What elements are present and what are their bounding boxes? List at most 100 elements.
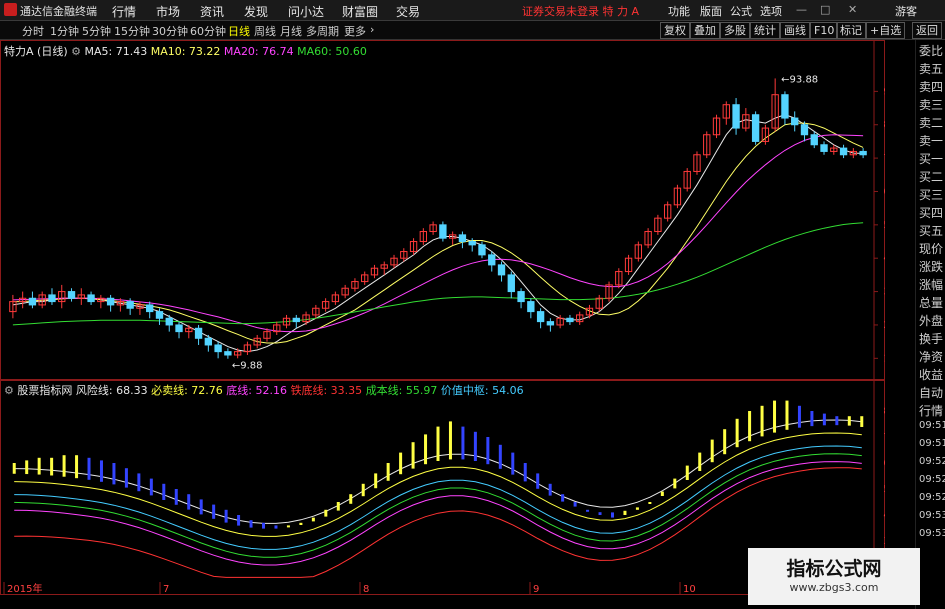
add-watchlist-button[interactable]: +自选 bbox=[866, 22, 906, 39]
indicator-bar bbox=[299, 522, 303, 525]
indicator-bar bbox=[162, 483, 166, 500]
candle bbox=[458, 234, 467, 243]
period-15min[interactable]: 15分钟 bbox=[114, 23, 150, 39]
menu-discover[interactable]: 发现 bbox=[244, 3, 268, 20]
menu-formula[interactable]: 公式 bbox=[730, 3, 752, 19]
indicator-bar bbox=[822, 413, 826, 426]
menu-assistant[interactable]: 问小达 bbox=[288, 3, 324, 20]
menu-function[interactable]: 功能 bbox=[668, 3, 690, 19]
mark-button[interactable]: 标记 bbox=[836, 22, 866, 39]
candle bbox=[468, 241, 476, 246]
quote-label-2: 卖四 bbox=[919, 80, 944, 94]
indicator-bar bbox=[386, 463, 390, 481]
indicator-bar bbox=[523, 463, 527, 482]
indicator-bar bbox=[50, 457, 54, 476]
quote-label-17: 净资 bbox=[919, 350, 944, 364]
candle bbox=[146, 304, 154, 313]
candle bbox=[839, 147, 848, 156]
period-more[interactable]: 更多 bbox=[344, 23, 366, 39]
indicator-bar bbox=[187, 494, 191, 510]
app-name: 通达信金融终端 bbox=[20, 5, 97, 18]
indicator-bar bbox=[37, 457, 41, 475]
indicator-bar bbox=[835, 416, 839, 426]
low-annotation: ←9.88 bbox=[232, 361, 263, 372]
time-tick-label: 8 bbox=[363, 584, 369, 595]
candle bbox=[527, 301, 535, 313]
site-watermark: 指标公式网 www.zbgs3.com bbox=[748, 548, 920, 605]
multi-stock-button[interactable]: 多股 bbox=[720, 22, 750, 39]
login-warning[interactable]: 证券交易未登录 特 力 A bbox=[522, 3, 639, 19]
menu-market-quote[interactable]: 行情 bbox=[112, 3, 136, 20]
indicator-settings-icon[interactable]: ⚙ bbox=[4, 384, 14, 397]
candle bbox=[536, 311, 545, 323]
more-chevron-icon[interactable]: › bbox=[370, 23, 374, 36]
menu-trade[interactable]: 交易 bbox=[396, 3, 420, 20]
period-1min[interactable]: 1分钟 bbox=[50, 23, 79, 39]
indicator-bar bbox=[137, 473, 141, 492]
menu-options[interactable]: 选项 bbox=[760, 3, 782, 19]
back-button[interactable]: 返回 bbox=[912, 22, 942, 39]
menu-layout[interactable]: 版面 bbox=[700, 3, 722, 19]
indicator-bar bbox=[461, 426, 465, 460]
legend-iron-bottom: 铁底线: 33.35 bbox=[290, 384, 363, 397]
indicator-bar bbox=[860, 416, 864, 427]
menu-market[interactable]: 市场 bbox=[156, 3, 180, 20]
indicator-bar bbox=[548, 483, 552, 496]
indicator-tick-label: 40.00 bbox=[883, 510, 885, 521]
close-icon[interactable]: ✕ bbox=[848, 3, 857, 16]
overlay-button[interactable]: 叠加 bbox=[690, 22, 720, 39]
quote-label-4: 卖二 bbox=[919, 116, 944, 130]
period-monthly[interactable]: 月线 bbox=[280, 23, 302, 39]
indicator-bar bbox=[723, 429, 727, 455]
indicator-tick-label: 60.00 bbox=[883, 458, 885, 469]
candlestick-chart[interactable]: 90.00 80.00 70.00 60.00 50.00 40.00 30.00 20.00… bbox=[0, 40, 885, 380]
period-30min[interactable]: 30分钟 bbox=[152, 23, 188, 39]
quote-label-14: 总量 bbox=[919, 296, 944, 310]
period-multi[interactable]: 多周期 bbox=[306, 23, 339, 39]
settings-icon[interactable]: ⚙ bbox=[71, 45, 81, 58]
price-tick-label: 80.00 bbox=[883, 120, 885, 131]
statistics-button[interactable]: 统计 bbox=[750, 22, 780, 39]
indicator-bar bbox=[511, 452, 515, 475]
period-60min[interactable]: 60分钟 bbox=[190, 23, 226, 39]
indicator-bar bbox=[473, 431, 477, 461]
stock-name-label: 特力A (日线) bbox=[4, 45, 68, 58]
tick-label-1: 行情 bbox=[919, 404, 944, 418]
indicator-tick-label: 80.00 bbox=[883, 406, 885, 417]
period-intraday[interactable]: 分时 bbox=[22, 23, 44, 39]
menu-wealth-circle[interactable]: 财富圈 bbox=[342, 3, 378, 20]
price-tick-label: 30.00 bbox=[883, 287, 885, 298]
period-daily[interactable]: 日线 bbox=[228, 23, 250, 39]
indicator-bar bbox=[610, 512, 614, 518]
candle bbox=[175, 324, 183, 333]
indicator-bar bbox=[399, 452, 403, 475]
indicator-tick-label: 70.00 bbox=[883, 432, 885, 443]
draw-line-button[interactable]: 画线 bbox=[780, 22, 810, 39]
indicator-bar bbox=[12, 463, 16, 474]
price-tick-label: 90.00 bbox=[883, 86, 885, 97]
quote-label-8: 买三 bbox=[919, 188, 944, 202]
candle bbox=[28, 297, 37, 306]
period-5min[interactable]: 5分钟 bbox=[82, 23, 111, 39]
indicator-bar bbox=[424, 434, 428, 465]
adjust-button[interactable]: 复权 bbox=[660, 22, 690, 39]
indicator-bar bbox=[785, 400, 789, 430]
candle bbox=[165, 317, 173, 326]
indicator-bar bbox=[286, 525, 290, 528]
guest-label[interactable]: 游客 bbox=[895, 3, 917, 19]
f10-button[interactable]: F10 bbox=[810, 22, 839, 39]
candle bbox=[507, 274, 515, 293]
candle bbox=[566, 317, 574, 323]
period-weekly[interactable]: 周线 bbox=[254, 23, 276, 39]
minimize-icon[interactable]: — bbox=[796, 3, 807, 16]
maximize-icon[interactable]: □ bbox=[820, 3, 830, 16]
indicator-bar bbox=[536, 473, 540, 489]
indicator-bar bbox=[411, 442, 415, 469]
menu-news[interactable]: 资讯 bbox=[200, 3, 224, 20]
indicator-bar bbox=[249, 520, 253, 528]
indicator-bar bbox=[349, 494, 353, 504]
legend-bottom-line: 底线: 52.16 bbox=[226, 384, 287, 397]
indicator-tick-label: 30.00 bbox=[883, 536, 885, 547]
candle bbox=[48, 294, 56, 303]
candle bbox=[224, 351, 232, 356]
